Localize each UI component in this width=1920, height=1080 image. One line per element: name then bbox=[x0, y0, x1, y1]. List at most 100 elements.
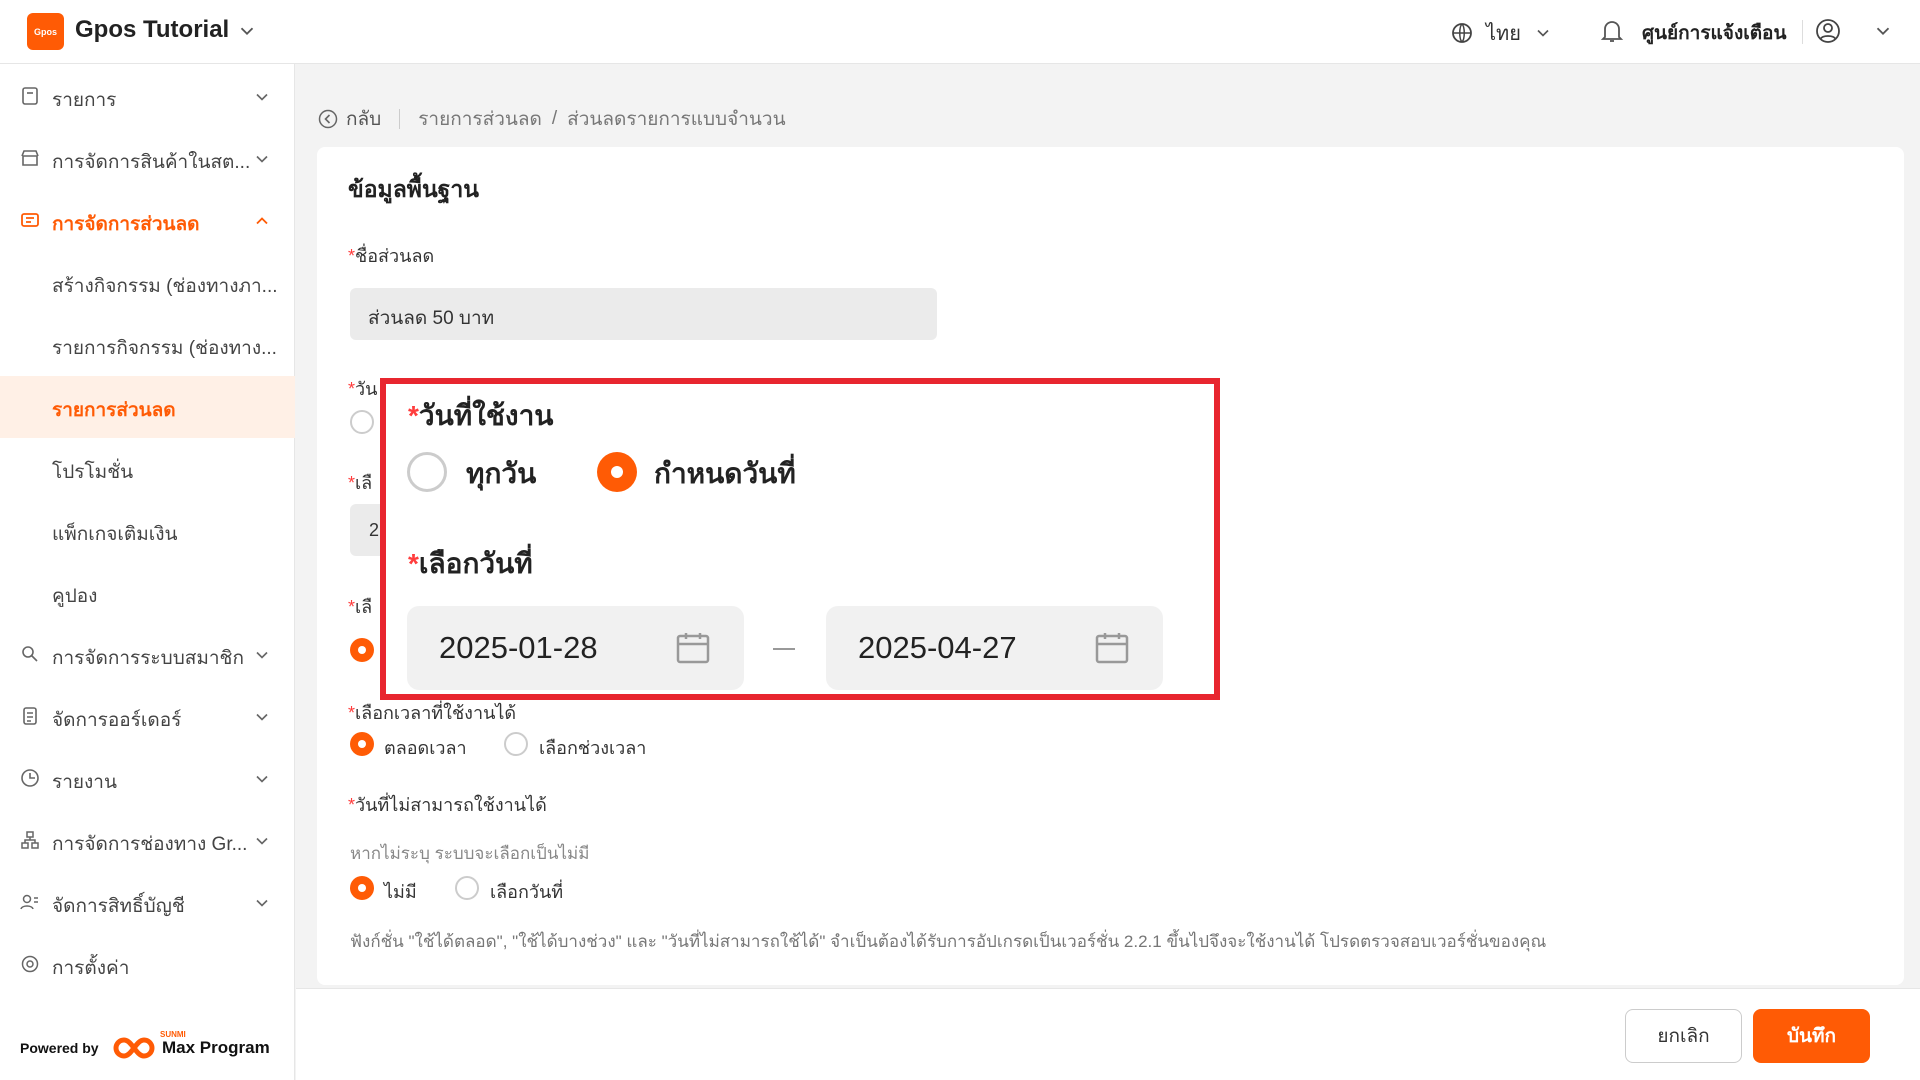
unavailable-hint: หากไม่ระบุ ระบบจะเลือกเป็นไม่มี bbox=[350, 844, 590, 863]
sidebar-item-label: การจัดการช่องทาง Gr... bbox=[52, 834, 248, 855]
radio-all-time[interactable] bbox=[350, 732, 374, 756]
sidebar-subitem-label: แพ็กเกจเติมเงิน bbox=[52, 524, 178, 545]
version-note: ฟังก์ชั่น "ใช้ได้ตลอด", "ใช้ได้บางช่วง" … bbox=[350, 932, 1547, 951]
radio-everyday-underlying[interactable] bbox=[350, 410, 374, 434]
radio-select-date-label: เลือกวันที่ bbox=[490, 882, 564, 902]
sidebar-item-settings[interactable]: การตั้งค่า bbox=[0, 934, 295, 996]
sidebar-subitem-label: สร้างกิจกรรม (ช่องทางภา... bbox=[52, 276, 278, 297]
sidebar-item-discount[interactable]: การจัดการส่วนลด bbox=[0, 190, 295, 252]
breadcrumb-parent[interactable]: รายการส่วนลด bbox=[418, 104, 542, 134]
bell-icon[interactable] bbox=[1600, 18, 1624, 44]
unavailable-date-label: *วันที่ไม่สามารถใช้งานได้ bbox=[348, 795, 547, 815]
start-date-input[interactable]: 2025-01-28 bbox=[407, 606, 744, 690]
chevron-down-icon bbox=[256, 775, 268, 783]
sunmi-label: SUNMI bbox=[160, 1030, 186, 1039]
end-date-input[interactable]: 2025-04-27 bbox=[826, 606, 1163, 690]
chevron-down-icon bbox=[256, 713, 268, 721]
discount-name-label: *ชื่อส่วนลด bbox=[348, 246, 435, 266]
radio-specific-date[interactable] bbox=[597, 452, 637, 492]
zoom-callout: *วันที่ใช้งาน ทุกวัน กำหนดวันที่ *เลือกว… bbox=[380, 378, 1220, 700]
sidebar-subitem-activity-list[interactable]: รายการกิจกรรม (ช่องทาง... bbox=[0, 314, 295, 376]
discount-icon bbox=[21, 213, 39, 227]
back-circle-icon bbox=[318, 109, 338, 129]
breadcrumb: กลับ รายการส่วนลด / ส่วนลดรายการแบบจำนวน bbox=[318, 104, 786, 134]
language-selector[interactable]: ไทย bbox=[1450, 17, 1553, 49]
radio-select-date[interactable] bbox=[455, 876, 479, 900]
user-avatar-icon[interactable] bbox=[1814, 17, 1842, 45]
channel-icon bbox=[21, 831, 39, 849]
start-date-value: 2025-01-28 bbox=[439, 630, 598, 665]
time-label: *เลือกเวลาที่ใช้งานได้ bbox=[348, 703, 517, 723]
store-icon bbox=[21, 150, 39, 166]
end-date-value: 2025-04-27 bbox=[858, 630, 1017, 665]
sidebar-subitem-discount-list[interactable]: รายการส่วนลด bbox=[0, 376, 295, 438]
infinity-logo-icon bbox=[113, 1037, 155, 1059]
settings-icon bbox=[21, 955, 39, 973]
sidebar-item-report[interactable]: รายงาน bbox=[0, 748, 295, 810]
account-icon bbox=[20, 894, 38, 910]
back-button[interactable]: กลับ bbox=[318, 104, 381, 134]
sidebar-subitem-create-activity[interactable]: สร้างกิจกรรม (ช่องทางภา... bbox=[0, 252, 295, 314]
radio-time-range[interactable] bbox=[504, 732, 528, 756]
select-label-partial: *เลื bbox=[348, 597, 373, 617]
notification-center-link[interactable]: ศูนย์การแจ้งเตือน bbox=[1642, 18, 1786, 48]
sidebar-item-label: รายงาน bbox=[52, 772, 117, 793]
breadcrumb-current: ส่วนลดรายการแบบจำนวน bbox=[567, 109, 786, 130]
chevron-down-icon bbox=[256, 155, 268, 163]
sidebar-item-label: จัดการออร์เดอร์ bbox=[52, 710, 182, 731]
sidebar-item-label: รายการ bbox=[52, 90, 117, 111]
sidebar-item-label: การจัดการสินค้าในสต... bbox=[52, 152, 251, 173]
report-icon bbox=[21, 769, 39, 787]
chevron-down-icon bbox=[1537, 29, 1549, 37]
radio-underlying-selected[interactable] bbox=[350, 638, 374, 662]
radio-none-label: ไม่มี bbox=[384, 882, 417, 902]
back-label: กลับ bbox=[346, 109, 382, 130]
sidebar-item-label: การตั้งค่า bbox=[52, 958, 130, 979]
sidebar-item-membership[interactable]: การจัดการระบบสมาชิก bbox=[0, 624, 295, 686]
gpos-logo[interactable]: Gpos bbox=[27, 13, 64, 50]
sidebar-subitem-label: โปรโมชั่น bbox=[52, 462, 134, 483]
chevron-down-icon[interactable] bbox=[1872, 20, 1894, 42]
sidebar-item-label: การจัดการส่วนลด bbox=[52, 214, 200, 235]
globe-icon bbox=[1452, 23, 1472, 43]
sidebar-subitem-label: รายการส่วนลด bbox=[52, 400, 176, 421]
powered-by-label: Powered by bbox=[20, 1040, 99, 1056]
chevron-down-icon bbox=[256, 651, 268, 659]
usage-date-label-partial: *วัน bbox=[348, 379, 378, 399]
sidebar-item-list[interactable]: รายการ bbox=[0, 66, 295, 128]
select-date-label: *เลือกวันที่ bbox=[408, 548, 533, 579]
save-button[interactable]: บันทึก bbox=[1753, 1009, 1870, 1063]
breadcrumb-separator: / bbox=[551, 108, 558, 129]
select-date-label-partial: *เลื bbox=[348, 473, 373, 493]
sidebar-subitem-promotion[interactable]: โปรโมชั่น bbox=[0, 438, 295, 500]
cancel-button[interactable]: ยกเลิก bbox=[1625, 1009, 1742, 1063]
order-icon bbox=[23, 707, 37, 725]
sidebar-subitem-topup-package[interactable]: แพ็กเกจเติมเงิน bbox=[0, 500, 295, 562]
calendar-icon[interactable] bbox=[675, 630, 711, 666]
language-label: ไทย bbox=[1486, 23, 1521, 45]
max-program-logo: SUNMI Max Program bbox=[110, 1030, 270, 1062]
section-title: ข้อมูลพื้นฐาน bbox=[348, 176, 480, 202]
chevron-down-icon[interactable] bbox=[236, 20, 258, 42]
sidebar-item-orders[interactable]: จัดการออร์เดอร์ bbox=[0, 686, 295, 748]
sidebar-item-channel[interactable]: การจัดการช่องทาง Gr... bbox=[0, 810, 295, 872]
sidebar-item-account-permissions[interactable]: จัดการสิทธิ์บัญชี bbox=[0, 872, 295, 934]
radio-time-range-label: เลือกช่วงเวลา bbox=[539, 738, 647, 758]
calendar-icon[interactable] bbox=[1094, 630, 1130, 666]
sidebar: รายการ การจัดการสินค้าในสต... การจัดการส… bbox=[0, 64, 295, 1080]
divider bbox=[399, 109, 401, 129]
brand-label: Max Program bbox=[162, 1038, 270, 1057]
chevron-down-icon bbox=[256, 93, 268, 101]
discount-name-input[interactable]: ส่วนลด 50 บาท bbox=[350, 288, 937, 340]
sidebar-subitem-coupon[interactable]: คูปอง bbox=[0, 562, 295, 624]
sidebar-item-inventory[interactable]: การจัดการสินค้าในสต... bbox=[0, 128, 295, 190]
member-icon bbox=[22, 646, 38, 662]
sidebar-subitem-label: คูปอง bbox=[52, 586, 98, 607]
radio-none[interactable] bbox=[350, 876, 374, 900]
radio-specific-date-label: กำหนดวันที่ bbox=[654, 458, 796, 489]
radio-everyday[interactable] bbox=[407, 452, 447, 492]
app-title[interactable]: Gpos Tutorial bbox=[75, 16, 229, 44]
divider bbox=[1802, 20, 1803, 44]
top-bar: Gpos Gpos Tutorial ไทย ศูนย์การแจ้งเตือน bbox=[0, 0, 1920, 64]
radio-everyday-label: ทุกวัน bbox=[466, 458, 537, 489]
